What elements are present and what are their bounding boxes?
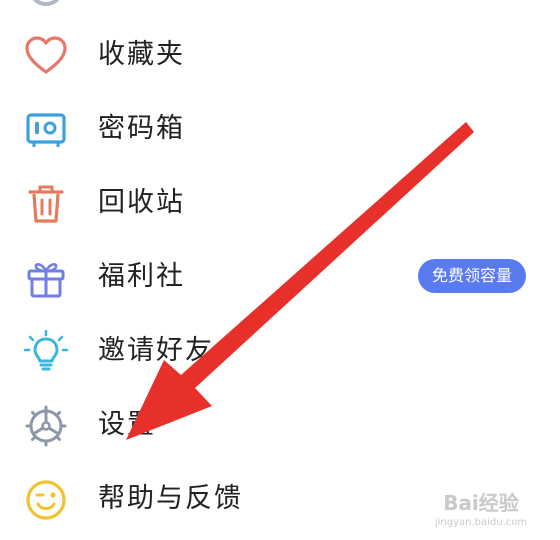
menu-item-label: 福利社: [98, 261, 185, 292]
safe-box-icon: [22, 106, 70, 154]
trash-icon: [22, 180, 70, 228]
gear-icon: [22, 402, 70, 450]
menu-item-label: 设置: [98, 409, 156, 440]
menu-item-password-box[interactable]: 密码箱: [0, 92, 560, 166]
menu-item-welfare[interactable]: 福利社 免费领容量: [0, 240, 560, 314]
menu-item-favorites[interactable]: 收藏夹: [0, 18, 560, 92]
smiley-icon: [22, 476, 70, 524]
watermark-logo: Bai经验: [443, 491, 519, 515]
menu-item-label: 收藏夹: [98, 39, 185, 70]
menu-list: 收藏夹 密码箱 回收站 福利社 免费领容量 邀请好友 设置 帮助与反馈: [0, 0, 560, 540]
menu-item-label: 密码箱: [98, 113, 185, 144]
menu-item-label: 回收站: [98, 187, 185, 218]
menu-item-settings[interactable]: 设置: [0, 388, 560, 462]
watermark-url: jingyan.baidu.com: [434, 517, 528, 528]
menu-item-label: 邀请好友: [98, 335, 214, 366]
partial-icon-top: [28, 0, 64, 6]
menu-item-invite-friends[interactable]: 邀请好友: [0, 314, 560, 388]
baidu-jingyan-watermark: Bai经验 jingyan.baidu.com: [416, 490, 546, 534]
free-capacity-badge[interactable]: 免费领容量: [417, 259, 526, 293]
heart-icon: [22, 32, 70, 80]
menu-item-label: 帮助与反馈: [98, 483, 243, 514]
menu-item-recycle-bin[interactable]: 回收站: [0, 166, 560, 240]
lightbulb-icon: [22, 328, 70, 376]
gift-icon: [22, 254, 70, 302]
